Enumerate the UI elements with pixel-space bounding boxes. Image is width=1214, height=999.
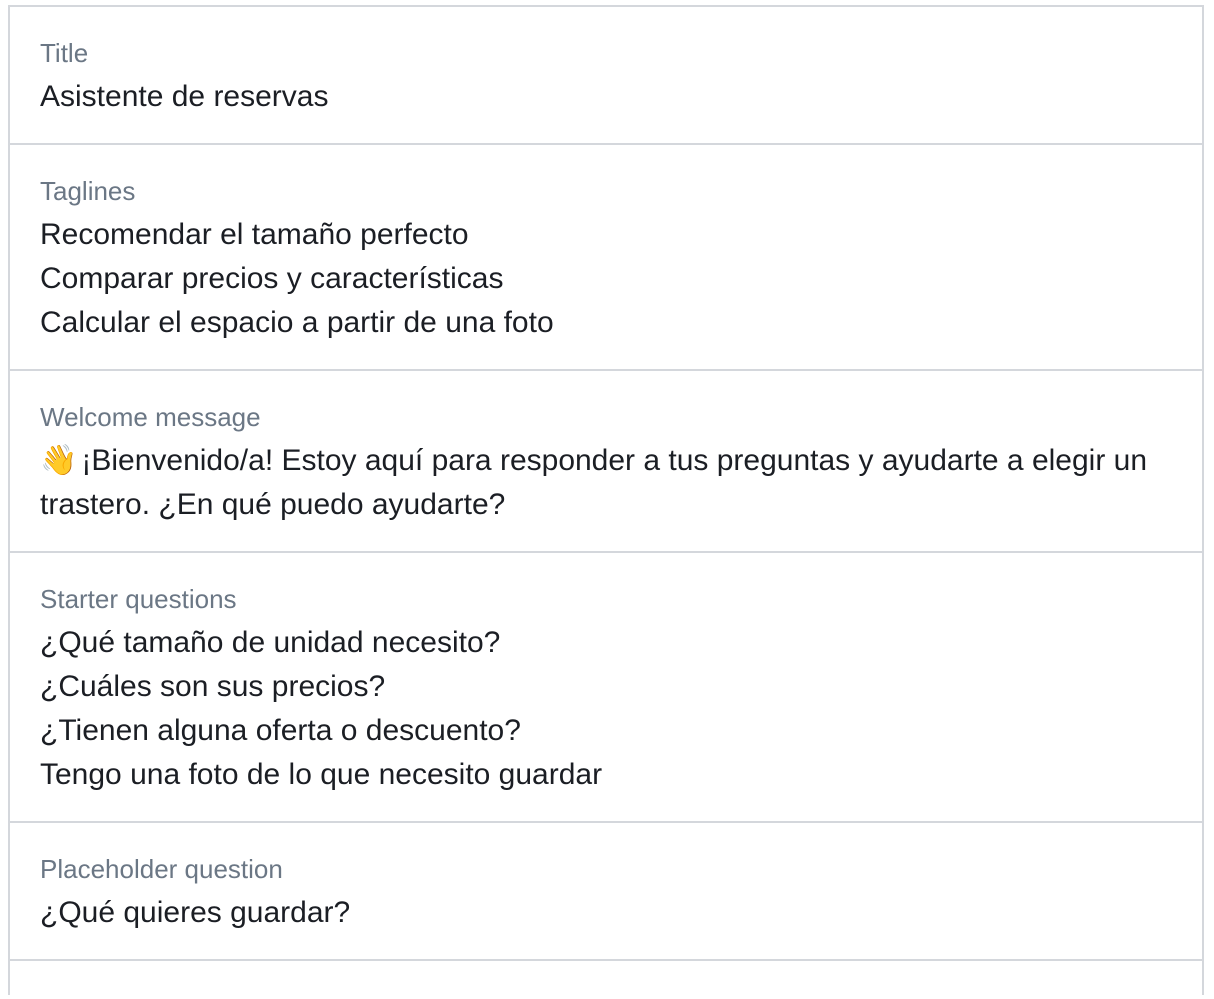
starter-questions-list: ¿Qué tamaño de unidad necesito? ¿Cuáles …: [40, 621, 1172, 797]
tagline-item: Recomendar el tamaño perfecto: [40, 218, 469, 251]
starter-question-item: Tengo una foto de lo que necesito guarda…: [40, 758, 603, 791]
taglines-list: Recomendar el tamaño perfecto Comparar p…: [40, 213, 1172, 345]
welcome-text: ¡Bienvenido/a! Estoy aquí para responder…: [40, 444, 1148, 521]
starter-question-item: ¿Qué tamaño de unidad necesito?: [40, 626, 501, 659]
starter-question-item: ¿Cuáles son sus precios?: [40, 670, 386, 703]
placeholder-question-section: Placeholder question ¿Qué quieres guarda…: [10, 821, 1202, 959]
starter-questions-section: Starter questions ¿Qué tamaño de unidad …: [10, 551, 1202, 821]
placeholder-question-value: ¿Qué quieres guardar?: [40, 896, 351, 929]
settings-panel: Title Asistente de reservas Taglines Rec…: [8, 5, 1204, 995]
taglines-label: Taglines: [40, 176, 136, 206]
next-section-divider: [10, 959, 1202, 999]
title-value: Asistente de reservas: [40, 80, 329, 113]
welcome-message: 👋 ¡Bienvenido/a! Estoy aquí para responde…: [40, 439, 1172, 527]
taglines-section: Taglines Recomendar el tamaño perfecto C…: [10, 143, 1202, 369]
title-label: Title: [40, 38, 89, 68]
title-section: Title Asistente de reservas: [10, 5, 1202, 143]
tagline-item: Comparar precios y características: [40, 262, 504, 295]
welcome-section: Welcome message 👋 ¡Bienvenido/a! Estoy aq…: [10, 369, 1202, 551]
tagline-item: Calcular el espacio a partir de una foto: [40, 306, 554, 339]
starter-questions-label: Starter questions: [40, 584, 237, 614]
welcome-label: Welcome message: [40, 402, 261, 432]
starter-question-item: ¿Tienen alguna oferta o descuento?: [40, 714, 521, 747]
placeholder-question-label: Placeholder question: [40, 854, 283, 884]
waving-hand-icon: 👋: [40, 444, 78, 477]
